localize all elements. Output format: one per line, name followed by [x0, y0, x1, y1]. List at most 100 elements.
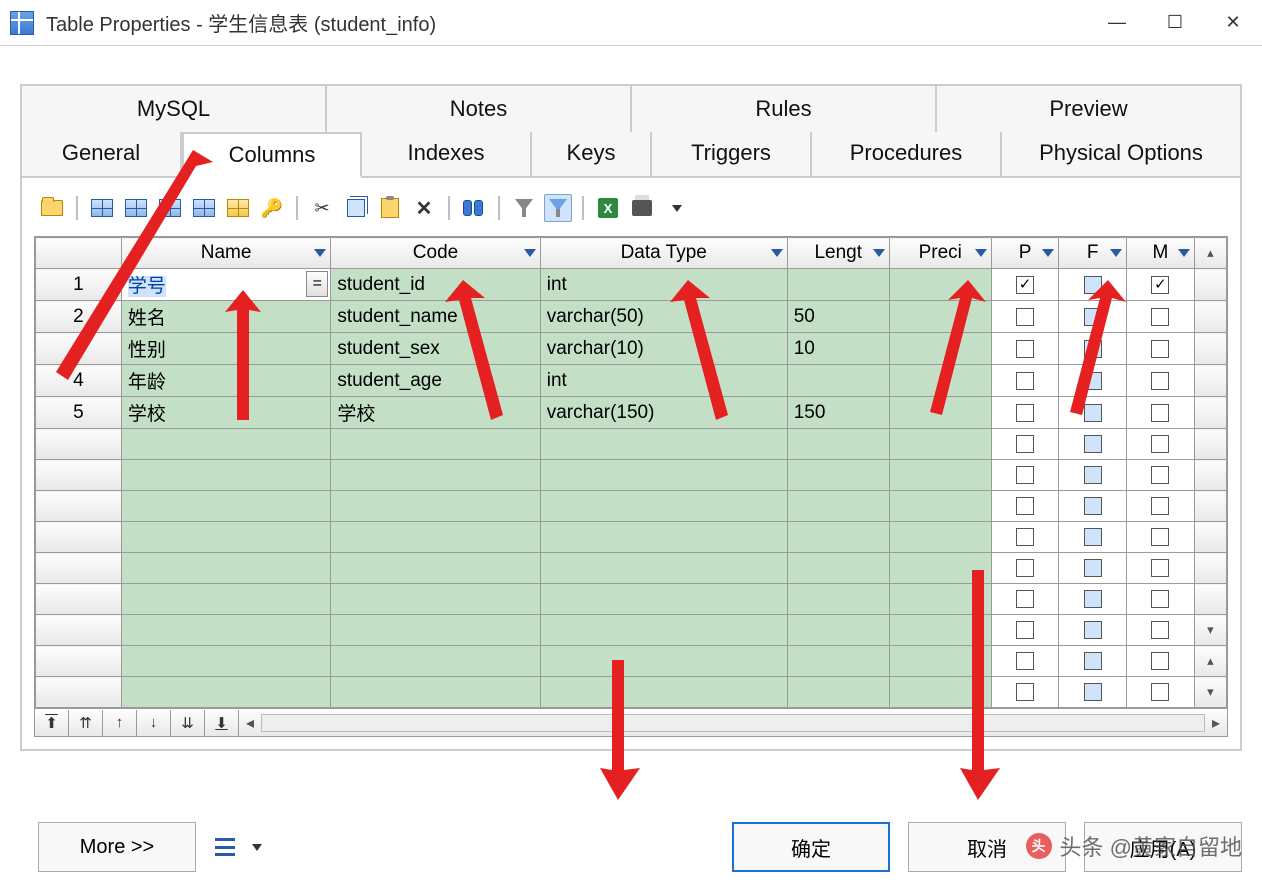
checkbox[interactable]: [1084, 683, 1102, 701]
cell-f[interactable]: [1059, 269, 1127, 301]
filter-apply-icon[interactable]: [544, 194, 572, 222]
move-down-many-button[interactable]: ⇊: [171, 710, 205, 736]
cell-code[interactable]: 学校: [331, 397, 540, 429]
scrollbar-track[interactable]: ▴: [1194, 646, 1226, 677]
cell-f[interactable]: [1059, 333, 1127, 365]
cell-name[interactable]: [121, 584, 330, 615]
checkbox[interactable]: [1016, 497, 1034, 515]
cell-editor-button[interactable]: =: [306, 271, 328, 297]
move-bottom-button[interactable]: ⬇: [205, 710, 239, 736]
cell-length[interactable]: [787, 553, 889, 584]
chevron-down-icon[interactable]: [1042, 249, 1054, 257]
chevron-down-icon[interactable]: [1110, 249, 1122, 257]
checkbox[interactable]: [1084, 590, 1102, 608]
cell-p[interactable]: [991, 584, 1059, 615]
row-number[interactable]: 4: [36, 365, 122, 397]
cell-precision[interactable]: [889, 646, 991, 677]
table-row[interactable]: 1学号=student_idint✓✓: [36, 269, 1227, 301]
cell-length[interactable]: [787, 584, 889, 615]
cell-code[interactable]: [331, 677, 540, 708]
move-top-button[interactable]: ⬆: [35, 710, 69, 736]
tab-procedures[interactable]: Procedures: [812, 132, 1002, 176]
cell-precision[interactable]: [889, 615, 991, 646]
checkbox[interactable]: [1151, 435, 1169, 453]
cell-length[interactable]: [787, 460, 889, 491]
chevron-down-icon[interactable]: [873, 249, 885, 257]
cell-m[interactable]: [1127, 646, 1195, 677]
cell-precision[interactable]: [889, 365, 991, 397]
cell-name[interactable]: [121, 491, 330, 522]
scrollbar-track[interactable]: [1194, 397, 1226, 429]
chevron-down-icon[interactable]: [1178, 249, 1190, 257]
cell-length[interactable]: 50: [787, 301, 889, 333]
checkbox[interactable]: [1151, 404, 1169, 422]
cell-datatype[interactable]: [540, 677, 787, 708]
add-column-icon[interactable]: [190, 194, 218, 222]
row-number[interactable]: [36, 553, 122, 584]
cell-length[interactable]: [787, 269, 889, 301]
cell-name[interactable]: [121, 429, 330, 460]
tab-rules[interactable]: Rules: [632, 86, 937, 132]
scroll-up[interactable]: ▴: [1194, 238, 1226, 269]
cell-code[interactable]: [331, 584, 540, 615]
cell-f[interactable]: [1059, 522, 1127, 553]
filter-icon[interactable]: [510, 194, 538, 222]
cell-name[interactable]: [121, 615, 330, 646]
cell-m[interactable]: [1127, 365, 1195, 397]
checkbox[interactable]: [1151, 372, 1169, 390]
table-row[interactable]: 4年龄student_ageint: [36, 365, 1227, 397]
print-icon[interactable]: [628, 194, 656, 222]
cell-length[interactable]: [787, 365, 889, 397]
table-row[interactable]: 3性别student_sexvarchar(10)10: [36, 333, 1227, 365]
cell-f[interactable]: [1059, 615, 1127, 646]
open-icon[interactable]: [38, 194, 66, 222]
cell-name[interactable]: 姓名: [121, 301, 330, 333]
cell-p[interactable]: [991, 460, 1059, 491]
gold-grid-icon[interactable]: [224, 194, 252, 222]
header-code[interactable]: Code: [331, 238, 540, 269]
columns-grid[interactable]: Name Code Data Type Lengt Preci P F M ▴ …: [35, 237, 1227, 708]
cell-length[interactable]: 10: [787, 333, 889, 365]
cell-code[interactable]: student_age: [331, 365, 540, 397]
cell-f[interactable]: [1059, 677, 1127, 708]
scrollbar-track[interactable]: [1194, 522, 1226, 553]
checkbox[interactable]: [1016, 652, 1034, 670]
table-row[interactable]: [36, 553, 1227, 584]
chevron-down-icon[interactable]: [975, 249, 987, 257]
header-datatype[interactable]: Data Type: [540, 238, 787, 269]
scrollbar-track[interactable]: [1194, 301, 1226, 333]
cell-p[interactable]: [991, 491, 1059, 522]
cell-m[interactable]: [1127, 615, 1195, 646]
checkbox[interactable]: [1151, 340, 1169, 358]
cell-length[interactable]: [787, 491, 889, 522]
checkbox[interactable]: [1016, 435, 1034, 453]
row-number[interactable]: [36, 491, 122, 522]
cell-m[interactable]: ✓: [1127, 269, 1195, 301]
scrollbar-track[interactable]: [1194, 584, 1226, 615]
checkbox[interactable]: [1084, 559, 1102, 577]
header-f[interactable]: F: [1059, 238, 1127, 269]
scrollbar-track[interactable]: [1194, 333, 1226, 365]
move-up-many-button[interactable]: ⇈: [69, 710, 103, 736]
checkbox[interactable]: ✓: [1151, 276, 1169, 294]
cell-p[interactable]: [991, 553, 1059, 584]
close-button[interactable]: ✕: [1204, 0, 1262, 46]
cell-precision[interactable]: [889, 553, 991, 584]
checkbox[interactable]: [1084, 276, 1102, 294]
cell-datatype[interactable]: [540, 491, 787, 522]
header-m[interactable]: M: [1127, 238, 1195, 269]
cell-m[interactable]: [1127, 491, 1195, 522]
checkbox[interactable]: [1151, 590, 1169, 608]
checkbox[interactable]: [1084, 404, 1102, 422]
chevron-down-icon[interactable]: [314, 249, 326, 257]
cell-m[interactable]: [1127, 429, 1195, 460]
cell-m[interactable]: [1127, 301, 1195, 333]
checkbox[interactable]: [1084, 621, 1102, 639]
tab-preview[interactable]: Preview: [937, 86, 1240, 132]
header-p[interactable]: P: [991, 238, 1059, 269]
cell-name[interactable]: [121, 553, 330, 584]
cell-precision[interactable]: [889, 429, 991, 460]
row-number[interactable]: 5: [36, 397, 122, 429]
cell-p[interactable]: [991, 397, 1059, 429]
cell-name[interactable]: [121, 677, 330, 708]
